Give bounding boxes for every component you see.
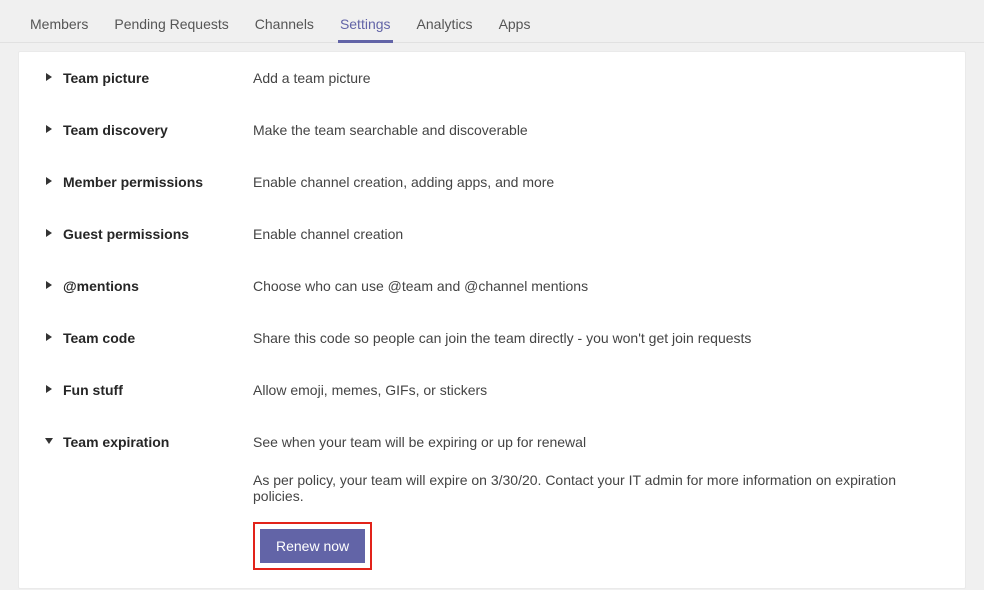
section-desc: Add a team picture xyxy=(253,70,941,86)
tab-channels[interactable]: Channels xyxy=(253,10,316,42)
chevron-right-icon xyxy=(43,281,55,289)
settings-panel: Team picture Add a team picture Team dis… xyxy=(18,51,966,589)
section-desc: Choose who can use @team and @channel me… xyxy=(253,278,941,294)
section-title: Team picture xyxy=(63,70,149,86)
section-desc: Allow emoji, memes, GIFs, or stickers xyxy=(253,382,941,398)
section-title: Team code xyxy=(63,330,135,346)
tab-members[interactable]: Members xyxy=(28,10,90,42)
tab-settings[interactable]: Settings xyxy=(338,10,393,42)
chevron-right-icon xyxy=(43,385,55,393)
chevron-right-icon xyxy=(43,125,55,133)
chevron-right-icon xyxy=(43,333,55,341)
section-desc: Make the team searchable and discoverabl… xyxy=(253,122,941,138)
section-member-permissions[interactable]: Member permissions Enable channel creati… xyxy=(19,156,965,208)
section-desc: See when your team will be expiring or u… xyxy=(253,434,941,450)
renew-highlight: Renew now xyxy=(253,522,372,570)
section-team-code[interactable]: Team code Share this code so people can … xyxy=(19,312,965,364)
section-title: Team expiration xyxy=(63,434,169,450)
section-title: @mentions xyxy=(63,278,139,294)
section-title: Team discovery xyxy=(63,122,168,138)
chevron-right-icon xyxy=(43,177,55,185)
section-desc: Enable channel creation xyxy=(253,226,941,242)
section-mentions[interactable]: @mentions Choose who can use @team and @… xyxy=(19,260,965,312)
tab-bar: Members Pending Requests Channels Settin… xyxy=(0,0,984,43)
renew-now-button[interactable]: Renew now xyxy=(260,529,365,563)
section-desc: Share this code so people can join the t… xyxy=(253,330,941,346)
section-title: Guest permissions xyxy=(63,226,189,242)
chevron-right-icon xyxy=(43,73,55,81)
section-fun-stuff[interactable]: Fun stuff Allow emoji, memes, GIFs, or s… xyxy=(19,364,965,416)
chevron-down-icon xyxy=(43,437,55,445)
section-team-discovery[interactable]: Team discovery Make the team searchable … xyxy=(19,104,965,156)
tab-analytics[interactable]: Analytics xyxy=(415,10,475,42)
section-team-picture[interactable]: Team picture Add a team picture xyxy=(19,52,965,104)
section-title: Member permissions xyxy=(63,174,203,190)
section-title: Fun stuff xyxy=(63,382,123,398)
tab-pending-requests[interactable]: Pending Requests xyxy=(112,10,230,42)
chevron-right-icon xyxy=(43,229,55,237)
tab-apps[interactable]: Apps xyxy=(497,10,533,42)
expiration-policy-text: As per policy, your team will expire on … xyxy=(253,472,941,504)
section-guest-permissions[interactable]: Guest permissions Enable channel creatio… xyxy=(19,208,965,260)
section-desc: Enable channel creation, adding apps, an… xyxy=(253,174,941,190)
section-team-expiration[interactable]: Team expiration See when your team will … xyxy=(19,416,965,588)
